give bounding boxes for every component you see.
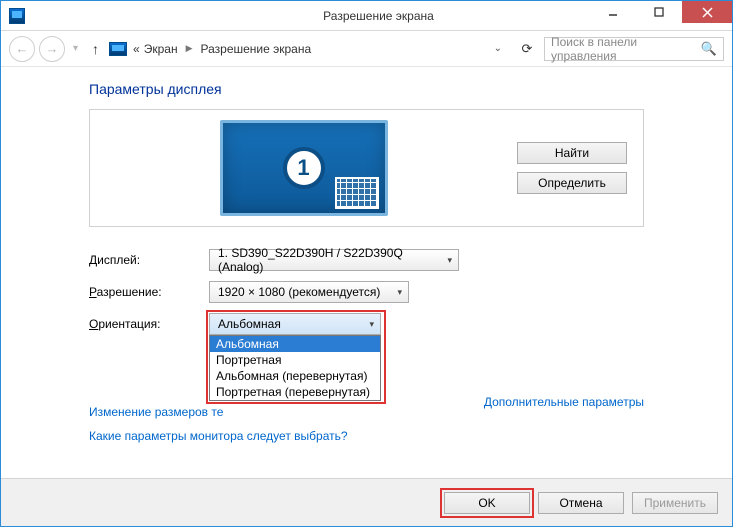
chevron-down-icon: ▾ [397,287,402,298]
search-icon: 🔍 [701,41,717,57]
which-settings-link[interactable]: Какие параметры монитора следует выбрать… [89,429,644,443]
dialog-footer: OK Отмена Применить [1,478,732,526]
resolution-label: Разрешение: [89,285,209,299]
orientation-option-portrait-flipped[interactable]: Портретная (перевернутая) [210,384,380,400]
chevron-down-icon: ▾ [447,255,452,266]
orientation-label: Ориентация: [89,317,209,331]
crumb-sep-icon: ▶ [182,43,197,54]
maximize-button[interactable] [636,1,682,23]
monitor-number-badge: 1 [283,147,325,189]
titlebar: Разрешение экрана [1,1,732,31]
chevron-down-icon: ▾ [369,319,374,330]
resolution-combo-value: 1920 × 1080 (рекомендуется) [218,285,380,299]
content-area: Параметры дисплея 1 Найти Определить Дис… [1,67,732,478]
monitor-preview-wrap: 1 [106,120,501,216]
find-button[interactable]: Найти [517,142,627,164]
settings-form: Дисплей: 1. SD390_S22D390H / S22D390Q (A… [89,249,644,335]
app-icon [9,8,25,24]
address-dropdown[interactable]: ⌄ [486,43,510,54]
advanced-settings-link[interactable]: Дополнительные параметры [484,395,644,409]
up-button[interactable]: ↑ [86,41,105,57]
window-controls [590,1,732,23]
forward-button[interactable]: → [39,36,65,62]
close-button[interactable] [682,1,732,23]
close-icon [702,7,713,18]
highlight-annotation [440,488,534,518]
page-heading: Параметры дисплея [89,81,644,97]
back-icon: ← [16,41,29,56]
cancel-button[interactable]: Отмена [538,492,624,514]
refresh-button[interactable]: ⟳ [514,41,540,57]
orientation-combo-value: Альбомная [218,317,281,331]
up-icon: ↑ [92,41,99,57]
minimize-icon [608,7,618,17]
monitor-icon [109,42,127,56]
crumb-screen[interactable]: Экран [144,42,178,56]
orientation-combo[interactable]: Альбомная ▾ [209,313,381,335]
bottom-links: Изменение размеров те Какие параметры мо… [89,405,644,443]
orientation-option-landscape[interactable]: Альбомная [210,336,380,352]
forward-icon: → [46,41,59,56]
display-combo-value: 1. SD390_S22D390H / S22D390Q (Analog) [218,246,447,274]
maximize-icon [654,7,664,17]
display-label: Дисплей: [89,253,209,267]
history-dropdown[interactable]: ▾ [69,43,82,54]
refresh-icon: ⟳ [522,41,533,56]
display-preview-panel: 1 Найти Определить [89,109,644,227]
orientation-option-landscape-flipped[interactable]: Альбомная (перевернутая) [210,368,380,384]
back-button[interactable]: ← [9,36,35,62]
display-combo[interactable]: 1. SD390_S22D390H / S22D390Q (Analog) ▾ [209,249,459,271]
orientation-dropdown-list: Альбомная Портретная Альбомная (переверн… [209,335,381,401]
orientation-option-portrait[interactable]: Портретная [210,352,380,368]
window: Разрешение экрана ← → ▾ ↑ « Экран [0,0,733,527]
keyword-overlay-icon [335,177,379,209]
identify-button[interactable]: Определить [517,172,627,194]
monitor-preview[interactable]: 1 [220,120,388,216]
control-panel-search[interactable]: Поиск в панели управления 🔍 [544,37,724,61]
resolution-combo[interactable]: 1920 × 1080 (рекомендуется) ▾ [209,281,409,303]
crumb-resolution[interactable]: Разрешение экрана [201,42,312,56]
crumb-root-sep: « [133,42,140,56]
navbar: ← → ▾ ↑ « Экран ▶ Разрешение экрана ⌄ ⟳ … [1,31,732,67]
preview-side-buttons: Найти Определить [517,142,627,194]
apply-button[interactable]: Применить [632,492,718,514]
minimize-button[interactable] [590,1,636,23]
search-placeholder: Поиск в панели управления [551,35,701,63]
ok-button-wrap: OK [444,492,530,514]
address-bar[interactable]: « Экран ▶ Разрешение экрана ⌄ [109,42,510,56]
